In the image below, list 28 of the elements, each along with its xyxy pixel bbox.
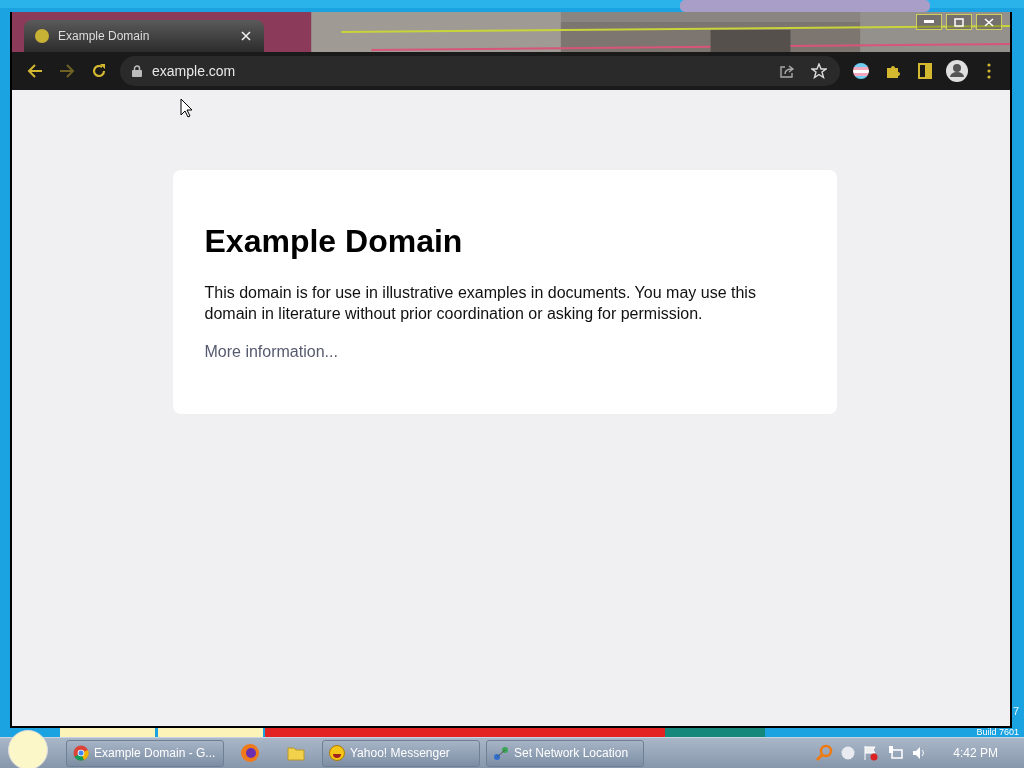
url-text: example.com	[152, 61, 237, 81]
tab-title: Example Domain	[58, 28, 151, 45]
bookmark-star-icon[interactable]	[808, 60, 830, 82]
avatar-icon[interactable]	[946, 60, 968, 82]
address-bar[interactable]: example.com	[120, 56, 840, 86]
minimize-icon	[924, 20, 934, 24]
maximize-button[interactable]	[946, 14, 972, 30]
close-icon	[984, 17, 994, 27]
minimize-button[interactable]	[916, 14, 942, 30]
close-button[interactable]	[976, 14, 1002, 30]
page-paragraph: This domain is for use in illustrative examples in documents. You may use this domain in literature without prior coordination or asking for permission.	[204, 283, 757, 325]
taskbar-button[interactable]: Yahoo! Messenger	[322, 739, 480, 767]
chrome-icon	[73, 745, 89, 761]
lock-icon	[132, 65, 142, 77]
flag-icon[interactable]	[863, 745, 880, 761]
start-button[interactable]	[8, 730, 48, 768]
maximize-icon	[954, 17, 964, 27]
desktop-text: 7	[1012, 706, 1019, 717]
taskbar-button[interactable]: Set Network Location	[486, 739, 644, 767]
browser-tab[interactable]: Example Domain	[24, 20, 264, 52]
taskbar-button[interactable]: Example Domain - G...	[66, 739, 224, 767]
reload-icon[interactable]	[91, 63, 107, 79]
page-heading: Example Domain	[204, 222, 463, 261]
clock[interactable]: 4:42 PM	[953, 744, 998, 762]
back-icon[interactable]	[27, 64, 43, 78]
desktop-text: Build 7601	[976, 728, 1019, 737]
more-information-link[interactable]: More information...	[204, 343, 338, 361]
cursor-icon	[180, 98, 194, 118]
